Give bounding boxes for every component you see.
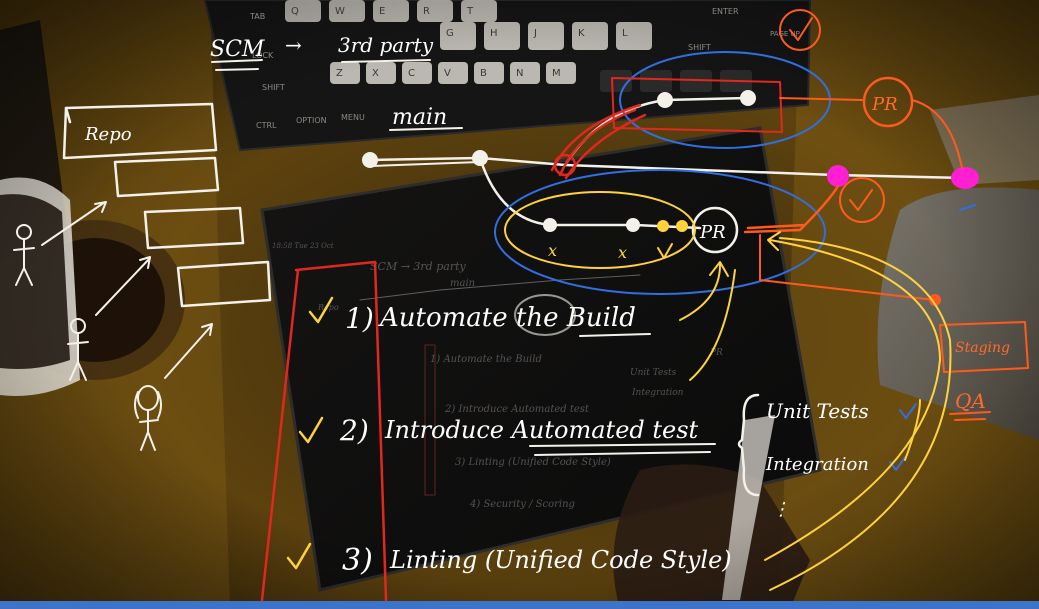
key-ctrl: CTRL [256, 121, 277, 130]
keyboard-key-label: L [622, 28, 628, 39]
tablet-step3: 3) Linting (Unified Code Style) [455, 457, 611, 468]
qa-label: QA [955, 389, 986, 413]
keyboard-key-label: Z [336, 68, 343, 79]
commit-node [657, 92, 673, 108]
fail-mark-2: x [618, 243, 627, 262]
orange-pr-flow: PR Staging QA [743, 9, 1029, 421]
tablet-unit: Unit Tests [630, 368, 677, 378]
branch-box-2 [143, 206, 245, 250]
pr-center-label: PR [699, 222, 726, 243]
git-graph: PR x x [362, 51, 979, 295]
tablet-ghost-line [359, 274, 641, 301]
arrow-dev3 [164, 323, 213, 379]
branch-box-3 [176, 260, 272, 308]
tablet-step2: 2) Introduce Automated test [444, 404, 590, 415]
unit-tests-label: Unit Tests [766, 399, 869, 423]
key-menu: MENU [341, 113, 365, 122]
arrow-dev2 [95, 256, 151, 316]
commit-node [740, 90, 756, 106]
arrow-tests [689, 269, 736, 381]
developer-figure-2 [67, 318, 89, 381]
third-party-label: 3rd party [338, 33, 434, 57]
developer-figure-1 [13, 224, 35, 286]
branch-box-1 [113, 156, 220, 198]
repo-label: Repo [84, 124, 132, 145]
keyboard-key-label: W [335, 6, 345, 17]
step1-text: Automate the Build [378, 303, 636, 333]
key-enter: ENTER [712, 7, 739, 16]
tablet-screen-content: 18:58 Tue 23 Oct SCM → 3rd party main Re… [272, 242, 723, 510]
main-branch-label: main [392, 105, 447, 130]
scm-label: SCM [210, 37, 265, 62]
pr-top-label: PR [871, 94, 898, 115]
check-3 [286, 542, 312, 570]
blue-ellipse-top [619, 51, 831, 149]
commit-node [676, 220, 688, 232]
tablet-time: 18:58 Tue 23 Oct [272, 242, 334, 250]
checklist: 1) Automate the Build 2) Introduce Autom… [286, 294, 917, 578]
pr-top-path [779, 97, 963, 169]
tablet-scm: SCM → 3rd party [370, 260, 466, 273]
check-2 [298, 416, 324, 444]
repo-diagram: Repo [13, 102, 272, 451]
scm-arrow: → [285, 33, 302, 57]
key-option: OPTION [296, 116, 327, 125]
keyboard-key-label: C [408, 68, 415, 79]
keyboard-labels: TAB LOCK SHIFT CTRL OPTION MENU ENTER SH… [249, 6, 800, 130]
integration-label: Integration [765, 454, 869, 475]
step3-number: 3) [342, 543, 373, 578]
key-shift-right: SHIFT [688, 43, 711, 52]
annotation-layer: TAB LOCK SHIFT CTRL OPTION MENU ENTER SH… [13, 6, 1029, 602]
keyboard-key-label: G [446, 28, 454, 39]
keyboard-key-label: K [578, 28, 585, 39]
keyboard-key-label: B [480, 68, 487, 79]
keyboard-key-label: X [372, 68, 379, 79]
keyboard-key-label: N [516, 68, 523, 79]
arrow-dev1 [41, 201, 107, 246]
staging-path [759, 234, 936, 301]
orange-check-circle-2 [839, 177, 885, 223]
whiteboard-scene: TAB LOCK SHIFT CTRL OPTION MENU ENTER SH… [0, 0, 1039, 609]
commit-node [362, 152, 378, 168]
key-tab: TAB [249, 12, 265, 21]
staging-label: Staging [955, 340, 1010, 356]
commit-node [626, 218, 640, 232]
step2-number: 2) [339, 414, 369, 447]
fail-mark-1: x [548, 241, 557, 260]
keyboard-key-label: Q [291, 6, 299, 17]
brace [737, 393, 760, 497]
step3-text: Linting (Unified Code Style) [389, 546, 732, 574]
keyboard-key-label: H [490, 28, 498, 39]
keyboard-key-label: M [552, 68, 561, 79]
keyboard-key-label: E [379, 6, 385, 17]
tablet-integ: Integration [631, 388, 684, 398]
step1-number: 1) [345, 302, 374, 335]
third-party-underline [341, 59, 431, 63]
commit-node [657, 220, 669, 232]
magenta-node [827, 165, 849, 187]
keyboard-key-label: T [466, 6, 474, 17]
scm-annotation: SCM → 3rd party [210, 33, 434, 71]
tablet-step4: 4) Security / Scoring [469, 499, 575, 510]
tablet-step1: 1) Automate the Build [430, 354, 542, 365]
commit-node [543, 218, 557, 232]
main-branch-line [368, 156, 967, 180]
step2-text: Introduce Automated test [384, 416, 699, 444]
key-shift-left: SHIFT [262, 83, 285, 92]
keyboard-key-label: V [444, 68, 451, 79]
developer-figure-3 [134, 385, 162, 451]
keyboard-key-label: J [533, 28, 537, 39]
magenta-node [951, 167, 979, 189]
more-items: ⋮ [772, 499, 790, 520]
keyboard-key-label: R [423, 6, 430, 17]
